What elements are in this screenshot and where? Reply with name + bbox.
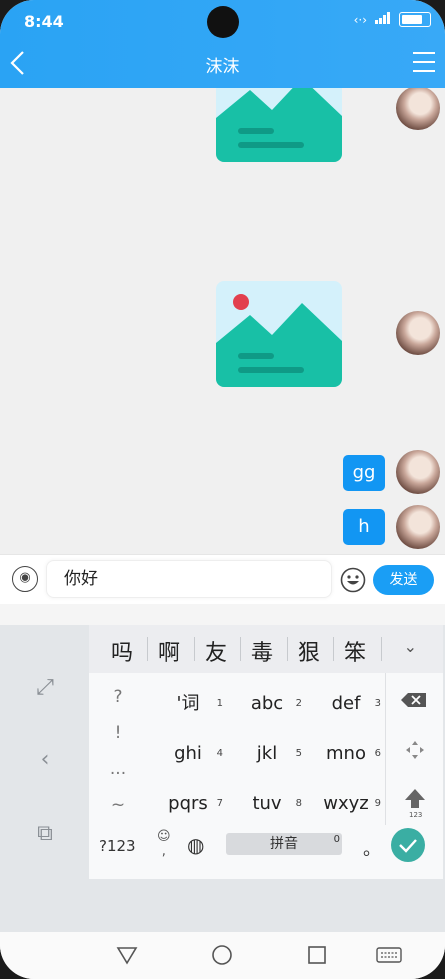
- key-8[interactable]: tuv 8: [228, 779, 306, 829]
- expand-icon[interactable]: ⤢: [32, 675, 58, 701]
- nav-home-icon[interactable]: [211, 944, 233, 966]
- smiley-icon: ☺: [157, 829, 171, 844]
- symbols-key[interactable]: ?123: [99, 837, 136, 855]
- image-message[interactable]: [216, 281, 342, 387]
- chevron-left-icon[interactable]: ‹: [32, 747, 58, 773]
- check-icon: [391, 828, 425, 862]
- key-1[interactable]: '词 1: [149, 679, 227, 729]
- punct-key[interactable]: ?: [89, 687, 147, 707]
- voice-icon: ◉: [19, 570, 31, 585]
- chat-header: 8:44 ‹·› 沫沫: [0, 0, 445, 88]
- candidate-bar: 吗 啊 友 毒 狠 笨 ⌄: [89, 625, 443, 673]
- resize-icon[interactable]: ⧉: [32, 821, 58, 847]
- nav-back-icon[interactable]: [116, 944, 138, 966]
- camera-cutout: [207, 6, 239, 38]
- battery-icon: [399, 12, 431, 27]
- move-cursor-icon: [406, 741, 424, 759]
- status-icons: ‹·›: [354, 12, 431, 27]
- message-input[interactable]: 你好: [46, 560, 332, 598]
- phone-screen: 8:44 ‹·› 沫沫 gg h ◉ 你好 发送 ⤢ ‹ ⧉ 吗 啊 友 毒 狠…: [0, 0, 445, 979]
- candidate-word[interactable]: 啊: [146, 635, 192, 667]
- candidate-word[interactable]: 狠: [286, 635, 332, 667]
- punct-key[interactable]: !: [89, 723, 147, 743]
- data-transfer-icon: ‹·›: [353, 12, 367, 27]
- avatar[interactable]: [396, 505, 440, 549]
- smiley-icon: [340, 567, 366, 593]
- period-key[interactable]: 。: [363, 835, 381, 861]
- key-7[interactable]: pqrs 7: [149, 779, 227, 829]
- chat-title: 沫沫: [205, 57, 240, 77]
- enter-key[interactable]: [388, 827, 428, 863]
- keyboard-left-tools: ⤢ ‹ ⧉: [0, 625, 88, 932]
- send-button[interactable]: 发送: [373, 565, 434, 595]
- punct-key[interactable]: ~: [89, 795, 147, 815]
- avatar[interactable]: [396, 88, 440, 130]
- key-9[interactable]: wxyz 9: [307, 779, 385, 829]
- punctuation-column[interactable]: ? ! ... ~: [89, 673, 147, 825]
- message-list[interactable]: gg h: [0, 88, 445, 554]
- key-6[interactable]: mno 6: [307, 729, 385, 779]
- system-nav-bar: [0, 932, 445, 979]
- image-placeholder-icon: [216, 88, 342, 162]
- keyboard-switch-icon[interactable]: [376, 944, 402, 966]
- emoji-key[interactable]: ☺,: [157, 829, 171, 859]
- key-5[interactable]: jkl 5: [228, 729, 306, 779]
- image-placeholder-icon: [216, 294, 342, 387]
- space-key[interactable]: 拼音 0: [226, 833, 342, 855]
- candidate-word[interactable]: 笨: [332, 635, 378, 667]
- backspace-key[interactable]: [386, 675, 444, 725]
- backspace-icon: [401, 693, 426, 707]
- signal-icon: [375, 12, 391, 27]
- candidate-word[interactable]: 毒: [239, 635, 285, 667]
- function-column: 123: [385, 673, 444, 825]
- chevron-down-icon[interactable]: ⌄: [404, 637, 417, 656]
- avatar[interactable]: [396, 450, 440, 494]
- punct-key[interactable]: ...: [89, 759, 147, 779]
- key-2[interactable]: abc 2: [228, 679, 306, 729]
- emoji-button[interactable]: [340, 567, 366, 593]
- menu-button[interactable]: [413, 52, 435, 74]
- key-3[interactable]: def 3: [307, 679, 385, 729]
- status-time: 8:44: [24, 12, 64, 31]
- soft-keyboard: ⤢ ‹ ⧉ 吗 啊 友 毒 狠 笨 ⌄ ? ! ... ~ '词 1 abc 2…: [0, 625, 445, 932]
- cursor-move-key[interactable]: [386, 725, 444, 775]
- key-grid: ? ! ... ~ '词 1 abc 2 def 3 ghi 4 jkl 5 mno 6 p…: [89, 673, 443, 879]
- avatar[interactable]: [396, 311, 440, 355]
- keyboard-gap: [0, 604, 445, 625]
- image-message[interactable]: [216, 88, 342, 162]
- globe-icon[interactable]: ◍: [187, 833, 211, 857]
- input-bar: ◉ 你好 发送: [0, 554, 445, 605]
- nav-recents-icon[interactable]: [306, 944, 328, 966]
- keyboard-bottom-row: ?123 ☺, ◍ 拼音 0 。: [89, 825, 443, 879]
- shift-key[interactable]: 123: [386, 775, 444, 825]
- voice-input-button[interactable]: ◉: [12, 566, 38, 592]
- text-message[interactable]: gg: [343, 455, 385, 491]
- key-4[interactable]: ghi 4: [149, 729, 227, 779]
- candidate-word[interactable]: 吗: [99, 635, 145, 667]
- text-message[interactable]: h: [343, 509, 385, 545]
- candidate-word[interactable]: 友: [193, 635, 239, 667]
